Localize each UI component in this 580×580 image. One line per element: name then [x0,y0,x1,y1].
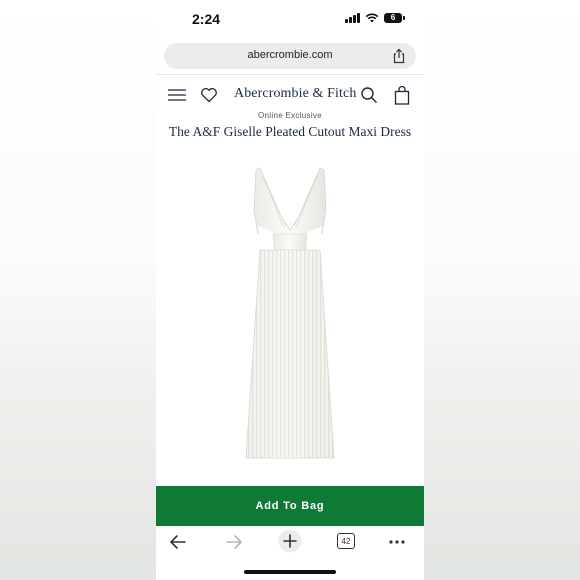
arrow-right-icon[interactable] [224,533,244,551]
tabs-icon[interactable]: 42 [337,533,355,549]
add-to-bag-button[interactable]: Add To Bag [156,486,424,526]
arrow-left-icon[interactable] [168,533,188,551]
plus-icon[interactable] [278,529,302,553]
online-exclusive-badge: Online Exclusive [258,111,322,120]
tab-count: 42 [341,537,351,546]
address-bar[interactable]: abercrombie.com [164,43,416,69]
status-bar: 2:24 6 [156,0,424,38]
status-icons: 6 [345,13,405,23]
brand-logo[interactable]: Abercrombie & Fitch [234,86,356,102]
more-icon[interactable] [388,533,406,551]
search-icon[interactable] [360,86,378,104]
home-indicator [244,570,336,574]
phone-screen: 2:24 6 abercrombie.com Abercrombie & Fit… [156,0,424,580]
dress-illustration [245,167,335,459]
share-icon[interactable] [392,48,406,64]
product-image[interactable] [156,148,424,488]
cellular-signal-icon [345,13,360,23]
status-time: 2:24 [192,11,221,27]
url-text[interactable]: abercrombie.com [164,49,416,61]
site-header: Abercrombie & Fitch [156,74,424,116]
shopping-bag-icon[interactable] [394,86,410,105]
wifi-icon [365,13,379,23]
battery-icon: 6 [384,13,405,23]
product-title: The A&F Giselle Pleated Cutout Maxi Dres… [168,124,412,139]
hamburger-icon[interactable] [167,86,187,104]
heart-icon[interactable] [200,86,218,104]
